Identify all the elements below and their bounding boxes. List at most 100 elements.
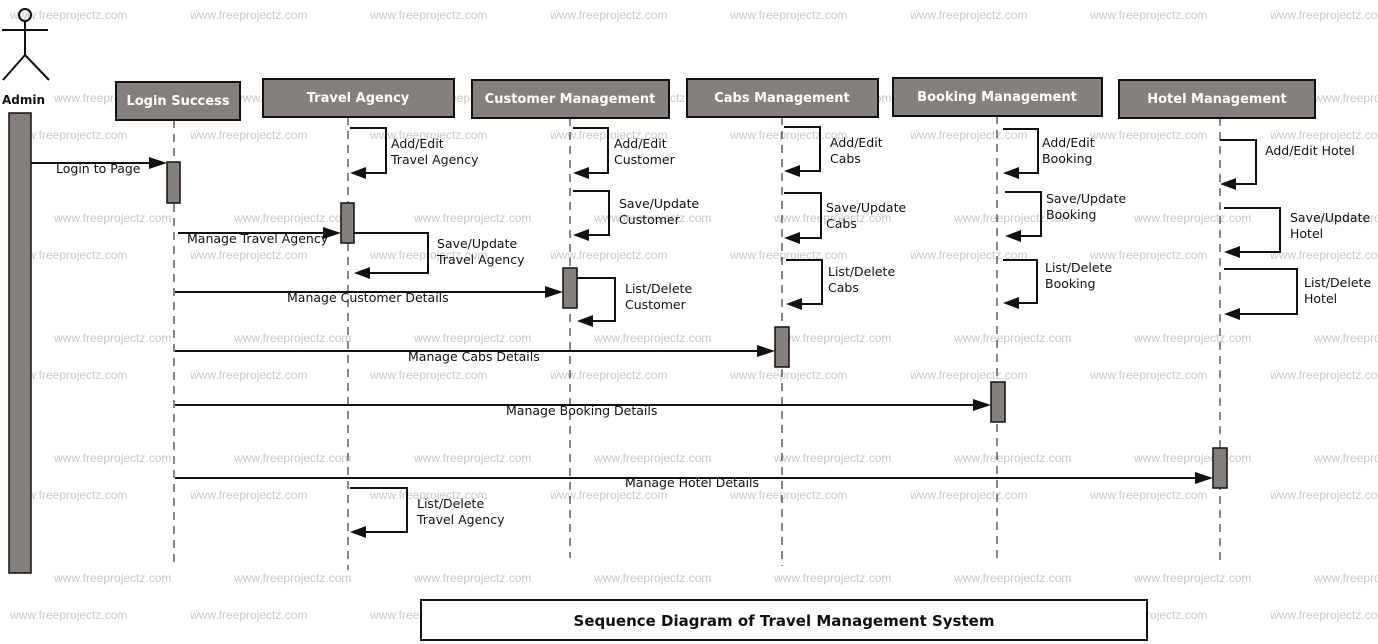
self-message-label: Add/Edit Hotel: [1265, 143, 1355, 158]
self-message-booking-3: List/DeleteBooking: [1003, 259, 1112, 309]
watermark-text: www.freeprojectz.com: [909, 8, 1027, 22]
self-message-label: Save/Update: [1290, 210, 1370, 225]
watermark-text: www.freeprojectz.com: [1133, 571, 1251, 585]
message-login-to-page: Login to Page: [31, 157, 167, 176]
message-label: Manage Customer Details: [287, 290, 449, 305]
lifeline-label: Cabs Management: [714, 91, 850, 106]
self-message-label: Booking: [1042, 151, 1092, 166]
watermark-text: www.freeprojectz.com: [1269, 488, 1378, 502]
self-message-label: Customer: [625, 297, 687, 312]
watermark-text: www.freeprojectz.com: [593, 571, 711, 585]
watermark-text: www.freeprojectz.com: [53, 451, 171, 465]
watermark-text: www.freeprojectz.com: [549, 488, 667, 502]
watermark-text: www.freeprojectz.com: [1089, 8, 1207, 22]
self-message-label: Add/Edit: [391, 136, 444, 151]
arrow-head-icon: [350, 167, 366, 179]
arrow-head-icon: [573, 167, 589, 179]
lifeline-label: Booking Management: [917, 90, 1077, 105]
watermark-text: www.freeprojectz.com: [369, 368, 487, 382]
watermark-text: www.freeprojectz.com: [1089, 488, 1207, 502]
arrow-head-icon: [1224, 308, 1240, 320]
self-message-label: List/Delete: [828, 264, 895, 279]
watermark-text: www.freeprojectz.com: [729, 8, 847, 22]
self-message-label: Cabs: [830, 151, 861, 166]
arrow-head-icon: [149, 157, 167, 169]
watermark-text: www.freeprojectz.com: [189, 608, 307, 622]
watermark-text: www.freeprojectz.com: [189, 8, 307, 22]
watermark-text: www.freeprojectz.com: [189, 488, 307, 502]
self-message-label: Save/Update: [1046, 191, 1126, 206]
watermark-text: www.freeprojectz.com: [953, 571, 1071, 585]
lifeline-label: Hotel Management: [1147, 92, 1287, 107]
message-label: Manage Cabs Details: [408, 349, 540, 364]
watermark-text: www.freeprojectz.com: [1133, 211, 1251, 225]
actor-label: Admin: [2, 93, 45, 107]
message-label: Manage Booking Details: [506, 403, 657, 418]
watermark-text: www.freeprojectz.com: [1269, 8, 1378, 22]
watermark-text: www.freeprojectz.com: [953, 331, 1071, 345]
watermark-text: www.freeprojectz.com: [549, 248, 667, 262]
watermark-text: www.freeprojectz.com: [1313, 451, 1378, 465]
self-message-label: List/Delete: [417, 496, 484, 511]
hotel-activation-bar: [1212, 447, 1228, 489]
watermark-text: www.freeprojectz.com: [1313, 331, 1378, 345]
watermark-text: www.freeprojectz.com: [729, 368, 847, 382]
self-message-label: Customer: [614, 152, 676, 167]
watermark-text: www.freeprojectz.com: [189, 368, 307, 382]
self-message-label: Booking: [1046, 207, 1096, 222]
watermark-text: www.freeprojectz.com: [189, 248, 307, 262]
watermark-text: www.freeprojectz.com: [189, 128, 307, 142]
watermark-text: www.freeprojectz.com: [413, 571, 531, 585]
watermark-text: www.freeprojectz.com: [1269, 608, 1378, 622]
watermark-text: www.freeprojectz.com: [909, 488, 1027, 502]
self-message-hotel-1: Add/Edit Hotel: [1220, 139, 1355, 190]
customer-activation-bar: [562, 267, 578, 309]
watermark-text: www.freeprojectz.com: [413, 211, 531, 225]
arrow-head-icon: [1195, 472, 1213, 484]
watermark-text: www.freeprojectz.com: [1089, 128, 1207, 142]
self-message-label: Add/Edit: [614, 136, 667, 151]
watermark-text: www.freeprojectz.com: [233, 211, 351, 225]
self-message-customer-3: List/DeleteCustomer: [577, 277, 692, 327]
self-message-label: Save/Update: [437, 236, 517, 251]
self-message-label: Hotel: [1304, 291, 1337, 306]
login-activation-bar: [166, 161, 181, 204]
lifeline-label: Travel Agency: [307, 91, 410, 106]
self-message-cabs-3: List/DeleteCabs: [786, 259, 895, 310]
self-message-label: Travel Agency: [436, 252, 525, 267]
message-label: Manage Travel Agency: [187, 231, 329, 246]
arrow-head-icon: [1003, 167, 1019, 179]
message-manage-hotel-details: Manage Hotel Details: [175, 472, 1213, 490]
diagram-title-box: Sequence Diagram of Travel Management Sy…: [420, 599, 1148, 641]
arrow-head-icon: [1224, 246, 1240, 258]
arrow-head-icon: [573, 229, 589, 241]
arrow-head-icon: [786, 298, 802, 310]
self-message-label: Booking: [1045, 276, 1095, 291]
self-message-label: List/Delete: [1304, 275, 1371, 290]
sequence-diagram: www.freeprojectz.com www.freeprojectz.com…: [2, 8, 1378, 641]
arrow-head-icon: [350, 526, 366, 538]
watermark-text: www.freeprojectz.com: [53, 571, 171, 585]
arrow-head-icon: [784, 165, 800, 177]
watermark-text: www.freeprojectz.com: [549, 368, 667, 382]
watermark-text: www.freeprojectz.com: [233, 451, 351, 465]
message-manage-customer-details: Manage Customer Details: [175, 286, 563, 305]
self-message-label: Cabs: [826, 216, 857, 231]
watermark-text: www.freeprojectz.com: [1089, 368, 1207, 382]
watermark-text: www.freeprojectz.com: [909, 368, 1027, 382]
watermark-text: www.freeprojectz.com: [773, 451, 891, 465]
self-message-label: Add/Edit: [1042, 135, 1095, 150]
self-message-label: Travel Agency: [416, 512, 505, 527]
self-message-label: Add/Edit: [830, 135, 883, 150]
travel-activation-bar: [340, 202, 355, 244]
watermark-text: www.freeprojectz.com: [413, 451, 531, 465]
watermark-text: www.freeprojectz.com: [1313, 91, 1378, 105]
watermark-text: www.freeprojectz.com: [1133, 451, 1251, 465]
watermark-text: www.freeprojectz.com: [413, 331, 531, 345]
watermark-text: www.freeprojectz.com: [1133, 331, 1251, 345]
watermark-text: www.freeprojectz.com: [1269, 368, 1378, 382]
self-message-hotel-3: List/DeleteHotel: [1224, 268, 1371, 320]
diagram-title: Sequence Diagram of Travel Management Sy…: [574, 612, 995, 630]
message-manage-booking-details: Manage Booking Details: [175, 399, 991, 418]
watermark-text: www.freeprojectz.com: [1313, 571, 1378, 585]
